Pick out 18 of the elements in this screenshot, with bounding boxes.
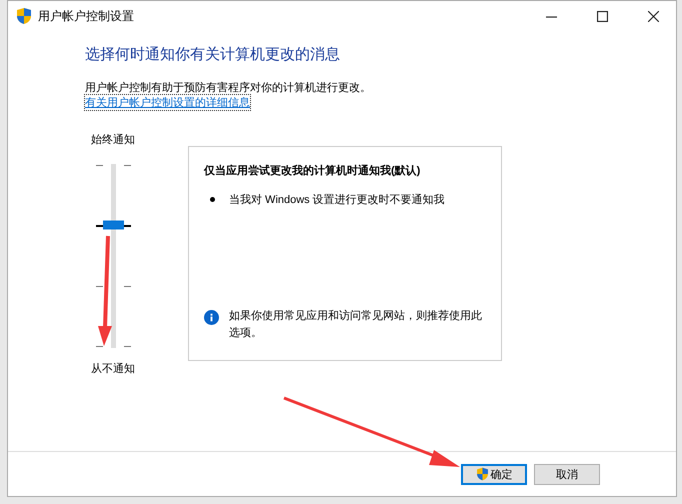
window-title: 用户帐户控制设置 (38, 8, 134, 24)
shield-icon (476, 467, 488, 481)
shield-icon (16, 7, 32, 25)
close-icon[interactable] (648, 10, 659, 22)
slider-thumb[interactable] (102, 220, 124, 230)
slider-top-label: 始终通知 (91, 132, 135, 147)
note-text: 如果你使用常见应用和访问常见网站，则推荐使用此选项。 (229, 308, 483, 341)
ok-button[interactable]: 确定 (461, 464, 527, 484)
details-link[interactable]: 有关用户帐户控制设置的详细信息 (85, 95, 250, 110)
bullet-text: 当我对 Windows 设置进行更改时不要通知我 (229, 192, 445, 207)
cancel-button[interactable]: 取消 (534, 464, 600, 484)
slider-bottom-label: 从不通知 (91, 362, 135, 376)
maximize-icon[interactable] (597, 10, 608, 22)
bullet-icon (210, 197, 215, 202)
dialog-heading: 选择何时通知你有关计算机更改的消息 (85, 45, 341, 64)
info-icon (204, 310, 219, 325)
setting-title: 仅当应用尝试更改我的计算机时通知我(默认) (204, 164, 422, 178)
description-text: 用户帐户控制有助于预防有害程序对你的计算机进行更改。 (85, 80, 372, 95)
